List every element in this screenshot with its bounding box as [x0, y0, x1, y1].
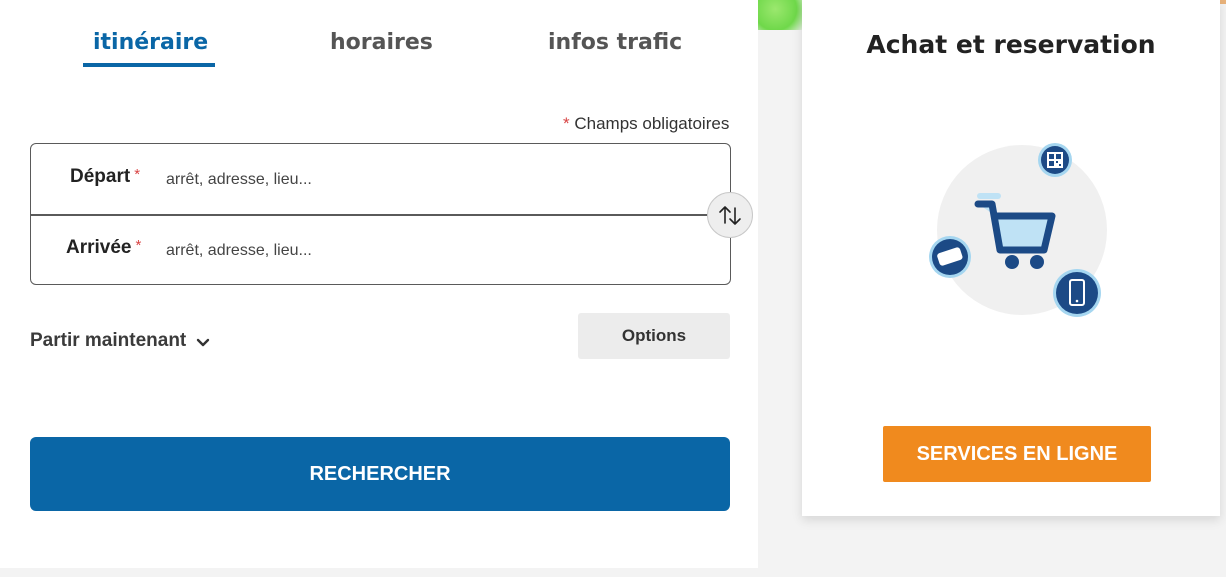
departure-label: Départ *: [70, 166, 140, 188]
departure-label-text: Départ: [70, 166, 131, 187]
trip-planner-panel: itinéraire horaires infos trafic * Champ…: [0, 0, 758, 568]
required-star: *: [563, 114, 570, 133]
search-button[interactable]: RECHERCHER: [30, 437, 730, 511]
purchase-card: Achat et reservation SERVICES EN LIGNE: [802, 0, 1220, 516]
background-decoration: [756, 0, 804, 30]
required-note-text: Champs obligatoires: [574, 114, 730, 133]
options-button[interactable]: Options: [578, 313, 730, 359]
chevron-down-icon: [197, 338, 210, 347]
tab-itineraire[interactable]: itinéraire: [93, 30, 208, 55]
swap-arrows-icon: [719, 206, 741, 225]
departure-input[interactable]: [166, 167, 686, 193]
required-star: *: [134, 166, 141, 183]
departure-time-dropdown[interactable]: Partir maintenant: [30, 330, 210, 352]
swap-stops-button[interactable]: [707, 192, 753, 238]
route-fields-box: Départ* Arrivée*: [30, 143, 731, 285]
departure-time-label: Partir maintenant: [30, 330, 187, 351]
arrival-label-text: Arrivée: [66, 237, 132, 258]
field-divider: [31, 214, 730, 216]
active-tab-indicator: [83, 63, 215, 67]
card-title: Achat et reservation: [866, 30, 1156, 59]
required-star: *: [135, 237, 142, 254]
required-fields-note: * Champs obligatoires: [563, 114, 729, 134]
shopping-cart-illustration: [929, 143, 1107, 317]
arrival-input[interactable]: [166, 238, 686, 264]
online-services-button[interactable]: SERVICES EN LIGNE: [883, 426, 1151, 482]
arrival-label: Arrivée *: [66, 237, 141, 259]
tab-horaires[interactable]: horaires: [330, 30, 433, 55]
tab-infos-trafic[interactable]: infos trafic: [548, 30, 682, 55]
